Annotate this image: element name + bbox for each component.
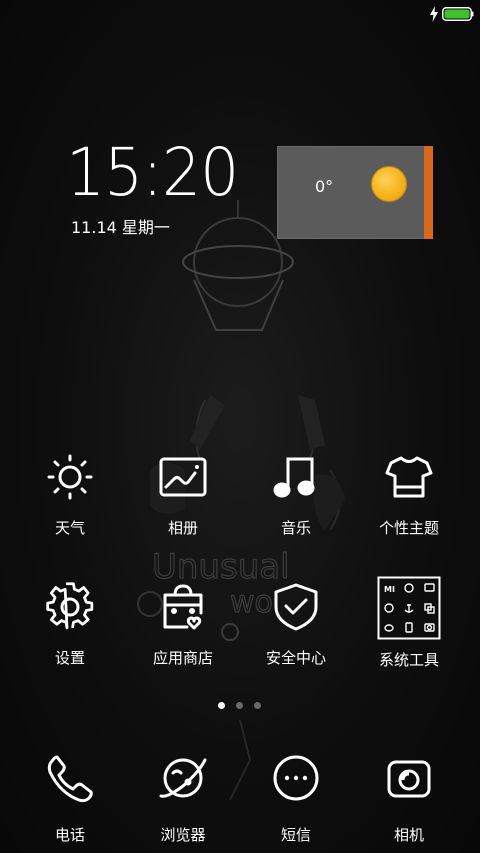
clock-date: 11.14 星期一 (71, 218, 170, 237)
music-note-icon (273, 457, 315, 498)
app-label-weather: 天气 (54, 519, 85, 537)
app-label-security: 安全中心 (265, 649, 326, 667)
app-label-settings: 设置 (54, 649, 85, 667)
wallpaper: Unusual wo (0, 0, 480, 853)
clock-time[interactable]: 15:20 (66, 134, 239, 211)
app-gallery[interactable]: 相册 (127, 451, 239, 538)
dock-label-messages: 短信 (280, 826, 311, 844)
app-security[interactable]: 安全中心 (240, 581, 352, 668)
app-store-bag-icon (163, 584, 203, 630)
app-label-gallery: 相册 (167, 519, 198, 537)
dock-browser[interactable]: 浏览器 (127, 752, 239, 845)
app-label-store: 应用商店 (152, 649, 213, 667)
security-shield-icon (274, 583, 318, 631)
app-music[interactable]: 音乐 (240, 451, 352, 538)
app-label-themes: 个性主题 (378, 519, 439, 537)
app-store[interactable]: 应用商店 (127, 581, 239, 668)
dock-label-browser: 浏览器 (160, 826, 206, 844)
dock-phone[interactable]: 电话 (14, 752, 126, 845)
weather-accent-bar (424, 146, 433, 239)
dock-messages[interactable]: 短信 (240, 752, 352, 845)
dock-label-camera: 相机 (393, 826, 424, 844)
weather-temperature: 0° (315, 177, 334, 196)
settings-gear-icon (46, 582, 94, 630)
weather-widget[interactable]: 0° (277, 146, 433, 239)
theme-shirt-icon (385, 456, 433, 498)
page-indicator[interactable] (216, 702, 266, 710)
sun-icon (372, 167, 406, 201)
message-bubble-icon (273, 755, 319, 801)
svg-text:MI: MI (384, 585, 395, 594)
app-label-music: 音乐 (280, 519, 311, 537)
page-dot-3[interactable] (254, 702, 261, 709)
app-themes[interactable]: 个性主题 (353, 451, 465, 538)
lightning-bolt-icon (430, 6, 438, 22)
app-settings[interactable]: 设置 (14, 581, 126, 668)
wallpaper-astronaut-illustration: Unusual wo (137, 200, 345, 801)
weather-sun-icon (47, 454, 93, 500)
status-bar (0, 0, 480, 28)
phone-icon (47, 755, 93, 803)
app-label-system-tools: 系统工具 (378, 651, 439, 669)
app-system-tools-folder[interactable]: MI 系统工具 (353, 576, 465, 670)
page-dot-2[interactable] (236, 702, 243, 709)
gallery-icon (159, 457, 207, 497)
page-dot-1[interactable] (218, 702, 225, 709)
camera-icon (387, 760, 431, 798)
dock-label-phone: 电话 (54, 826, 85, 844)
app-weather[interactable]: 天气 (14, 451, 126, 538)
dock-camera[interactable]: 相机 (353, 752, 465, 845)
system-tools-folder-icon: MI (377, 576, 441, 640)
browser-planet-icon (159, 758, 207, 798)
battery-full-icon (442, 7, 474, 21)
